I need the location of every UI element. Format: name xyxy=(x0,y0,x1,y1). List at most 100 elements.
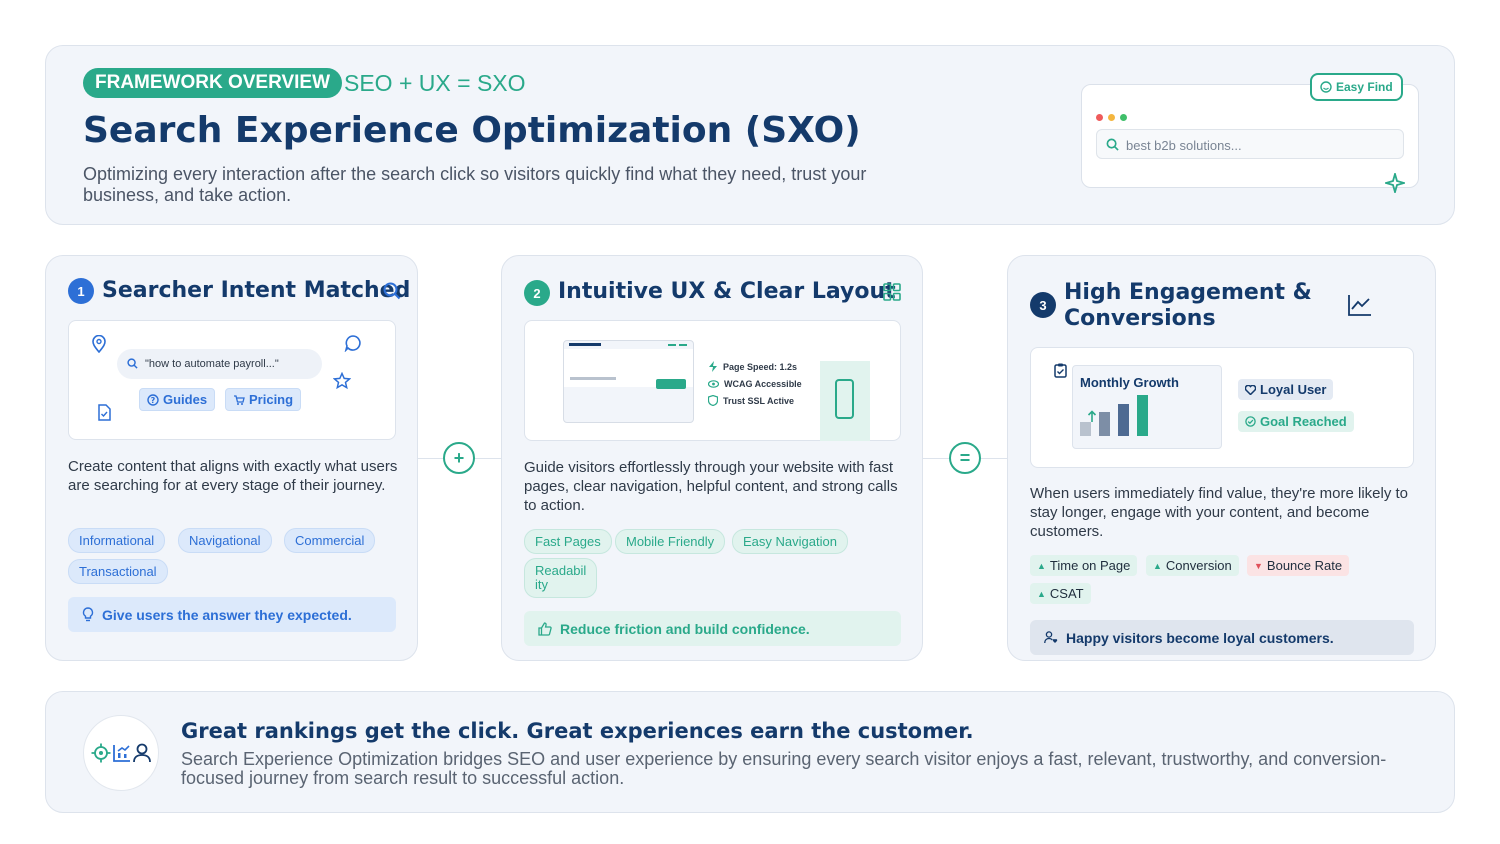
page-subtitle: Optimizing every interaction after the s… xyxy=(83,164,867,205)
ux-note-text: Reduce friction and build confidence. xyxy=(560,620,810,637)
growth-bar-3 xyxy=(1118,404,1129,436)
check-circle-icon xyxy=(1245,416,1256,427)
tag-informational: Informational xyxy=(68,528,166,553)
window-dot-red xyxy=(1096,114,1103,121)
bolt-icon xyxy=(709,361,717,372)
trend-chart-icon xyxy=(1348,295,1371,316)
card-description: Create content that aligns with exactly … xyxy=(68,458,398,494)
pricing-label: Pricing xyxy=(249,392,294,407)
tag-mobile-friendly: Mobile Friendly xyxy=(615,529,726,554)
card-description: Guide visitors effortlessly through your… xyxy=(524,459,898,514)
framework-badge: FRAMEWORK OVERVIEW xyxy=(83,68,343,98)
feature-ssl: Trust SSL Active xyxy=(708,392,802,409)
up-triangle-icon: ▲ xyxy=(1037,560,1046,571)
feature-label: WCAG Accessible xyxy=(724,378,802,389)
location-pin-icon xyxy=(92,335,106,353)
pricing-button[interactable]: Pricing xyxy=(225,388,302,411)
lightbulb-icon xyxy=(82,607,94,622)
page-title: Search Experience Optimization (SXO) xyxy=(83,110,861,151)
eye-icon xyxy=(708,379,719,388)
growth-bar-4 xyxy=(1137,395,1148,436)
metric-conversion: ▲ Conversion xyxy=(1146,555,1239,576)
metric-label: Bounce Rate xyxy=(1266,558,1343,573)
step-number: 3 xyxy=(1030,292,1056,318)
mockup-nav-2 xyxy=(679,344,687,346)
desktop-mockup xyxy=(563,340,694,423)
metric-label: CSAT xyxy=(1049,586,1084,601)
tag-commercial: Commercial xyxy=(284,528,376,553)
metric-bounce-rate: ▼ Bounce Rate xyxy=(1247,555,1350,576)
mobile-mockup-bg xyxy=(820,361,870,441)
footer-text: Search Experience Optimization bridges S… xyxy=(181,749,1387,788)
mockup-text-line xyxy=(570,377,616,380)
easy-find-badge: Easy Find xyxy=(1310,73,1403,101)
cart-icon xyxy=(234,394,245,405)
mockup-nav-1 xyxy=(668,344,676,346)
engagement-note-text: Happy visitors become loyal customers. xyxy=(1066,629,1334,646)
tag-easy-navigation: Easy Navigation xyxy=(732,529,848,554)
user-icon xyxy=(133,743,151,763)
card-title-line2: Conversions xyxy=(1064,306,1216,331)
search-icon xyxy=(127,358,138,369)
footer-panel: Great rankings get the click. Great expe… xyxy=(45,691,1455,813)
card-title: Searcher Intent Matched xyxy=(102,278,411,303)
metric-label: Time on Page xyxy=(1049,558,1131,573)
card-title-line1: High Engagement & xyxy=(1064,280,1312,305)
up-triangle-icon: ▲ xyxy=(1153,560,1162,571)
user-heart-icon xyxy=(1044,631,1058,644)
metric-time-on-page: ▲ Time on Page xyxy=(1030,555,1138,576)
star-icon xyxy=(333,372,351,390)
metric-label: Conversion xyxy=(1165,558,1232,573)
ux-feature-list: Page Speed: 1.2s WCAG Accessible Trust S… xyxy=(708,358,802,409)
chat-bubble-icon xyxy=(344,335,361,352)
engagement-note: Happy visitors become loyal customers. xyxy=(1030,620,1414,655)
guides-button[interactable]: ? Guides xyxy=(139,388,216,411)
ux-note: Reduce friction and build confidence. xyxy=(524,611,901,646)
clipboard-check-icon xyxy=(1054,363,1067,378)
down-triangle-icon: ▼ xyxy=(1254,560,1263,571)
goal-reached-badge: Goal Reached xyxy=(1238,411,1354,432)
analytics-icon xyxy=(113,745,130,762)
intent-note-text: Give users the answer they expected. xyxy=(102,606,352,623)
card-title: High Engagement & Conversions xyxy=(1064,280,1312,332)
card-description: When users immediately find value, they'… xyxy=(1030,485,1409,540)
arrow-up-icon xyxy=(1087,410,1097,422)
thumbs-up-icon xyxy=(538,621,552,636)
tag-readability: Readabil ity xyxy=(524,558,598,598)
query-text: "how to automate payroll..." xyxy=(145,358,279,370)
tag-navigational: Navigational xyxy=(178,528,272,553)
ux-visual: Page Speed: 1.2s WCAG Accessible Trust S… xyxy=(524,320,901,441)
search-icon xyxy=(1106,138,1119,151)
hero-panel: FRAMEWORK OVERVIEW SEO + UX = SXO Search… xyxy=(45,45,1455,225)
feature-label: Page Speed: 1.2s xyxy=(723,361,798,372)
window-dot-yellow xyxy=(1108,114,1115,121)
formula-text: SEO + UX = SXO xyxy=(344,70,526,96)
target-icon xyxy=(91,743,111,763)
monthly-growth-label: Monthly Growth xyxy=(1080,375,1179,390)
shield-icon xyxy=(708,395,718,406)
card-ux: 2 Intuitive UX & Clear Layout Page Speed… xyxy=(501,255,923,661)
tag-readability-line1: Readabil xyxy=(535,563,587,578)
tag-fast-pages: Fast Pages xyxy=(524,529,612,554)
search-input[interactable]: best b2b solutions... xyxy=(1096,129,1404,159)
easy-find-label: Easy Find xyxy=(1336,80,1393,94)
smile-icon xyxy=(1320,81,1332,93)
footer-title: Great rankings get the click. Great expe… xyxy=(181,719,974,743)
step-number: 1 xyxy=(68,278,94,304)
feature-wcag: WCAG Accessible xyxy=(708,375,802,392)
feature-page-speed: Page Speed: 1.2s xyxy=(708,358,802,375)
engagement-visual: Monthly Growth Loyal User Goal Reached xyxy=(1030,347,1414,468)
goal-reached-label: Goal Reached xyxy=(1260,414,1347,429)
step-number: 2 xyxy=(524,280,550,306)
heart-icon xyxy=(1245,384,1256,395)
equals-connector: = xyxy=(949,442,981,474)
grid-icon xyxy=(883,283,901,301)
tag-readability-line2: ity xyxy=(535,577,548,592)
mobile-phone-icon xyxy=(835,379,854,419)
svg-text:?: ? xyxy=(151,396,156,405)
query-bubble: "how to automate payroll..." xyxy=(117,349,322,379)
card-title: Intuitive UX & Clear Layout xyxy=(558,279,896,304)
mockup-logo-bar xyxy=(569,343,601,346)
guides-label: Guides xyxy=(163,392,208,407)
search-icon xyxy=(383,282,401,300)
